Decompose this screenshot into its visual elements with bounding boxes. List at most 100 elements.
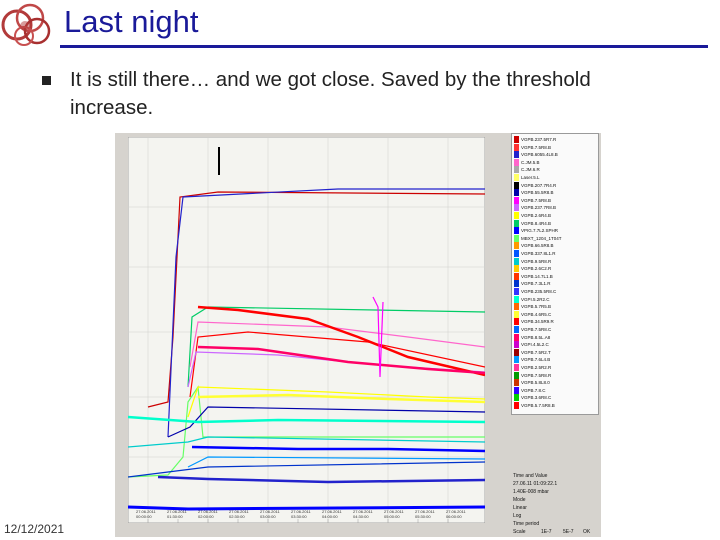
legend-label: VGPI.5.2R2.C	[521, 296, 550, 302]
bullet-marker	[42, 76, 51, 85]
legend-item[interactable]: VGPI.4.5L2.C	[514, 341, 596, 349]
legend-label: C.JM.6.R	[521, 167, 540, 173]
x-tick-label: 06:00:00	[446, 514, 462, 519]
x-tick-label: 01:30:00	[167, 514, 183, 519]
legend-label: VGPB.66.5R8.B	[521, 243, 554, 249]
legend-item[interactable]: VGPB.55.5R8.B	[514, 189, 596, 197]
legend-item[interactable]: VGPB.7.5R2.T	[514, 348, 596, 356]
legend-item[interactable]: VGPB.7.6L4.B	[514, 356, 596, 364]
slide-title: Last night	[64, 4, 199, 39]
x-tick-label: 05:30:00	[415, 514, 431, 519]
legend-item[interactable]: VGPB.237.5R7.R	[514, 136, 596, 143]
legend-swatch	[514, 318, 519, 326]
panel-title: Time and Value	[513, 473, 548, 479]
legend-item[interactable]: VGPB.2.5R2.R	[514, 364, 596, 371]
legend-item[interactable]: VGPI.5.2R2.C	[514, 295, 596, 303]
legend-item[interactable]: VGPB.7.5R8.B	[514, 196, 596, 204]
legend-label: C.JM.5.B	[521, 159, 540, 165]
scale-select[interactable]: Scale	[513, 529, 526, 535]
legend-swatch	[514, 356, 519, 364]
timber-screenshot: 27.06.2011 00:00:00 27.06.2011 01:30:00 27.0…	[115, 133, 601, 537]
legend-item[interactable]: VGPB.7.5R8.B	[514, 143, 596, 151]
legend-item[interactable]: VGPB.235.5R8.C	[514, 288, 596, 295]
legend-item[interactable]: VGPB.7.3L1.R	[514, 280, 596, 288]
x-tick-label: 00:00:00	[136, 514, 152, 519]
legend-swatch	[514, 219, 519, 227]
legend-label: VGPB.7.3L1.R	[521, 281, 551, 287]
legend-label: VGPB.7.5R2.T	[521, 349, 551, 355]
legend-label: VGPB.7.5R8.B	[521, 144, 552, 150]
time-value-panel: Time and Value 27.06.11 01:09:22.1 1.40E…	[511, 471, 597, 537]
legend-swatch	[514, 265, 519, 273]
pressure-plot: 27.06.201100:00:0027.06.201101:30:0027.0…	[128, 137, 485, 523]
legend-swatch	[514, 310, 519, 318]
legend-label: VGPB.2.5R2.R	[521, 365, 552, 370]
x-tick-label: 02:00:00	[198, 514, 214, 519]
legend-item[interactable]: Laser.5.L	[514, 174, 596, 181]
legend-label: VGPB.3.6R8.C	[521, 395, 552, 401]
legend-item[interactable]: VGPB.14.7L1.B	[514, 272, 596, 280]
x-tick-label: 03:00:00	[260, 514, 276, 519]
legend-item[interactable]: VGPB.5.7.5R8.B	[514, 402, 596, 409]
legend-panel: VGPB.237.5R7.R VGPB.7.5R8.B VGPB.6055.4L8.…	[511, 133, 599, 415]
legend-item[interactable]: VGPB.2.6C2.R	[514, 265, 596, 273]
legend-item[interactable]: MBXT_1204_1T04T	[514, 234, 596, 242]
legend-item[interactable]: C.JM.5.B	[514, 158, 596, 166]
legend-label: VGPI.4.5L2.C	[521, 342, 549, 348]
legend-label: MBXT_1204_1T04T	[521, 235, 562, 241]
legend-item[interactable]: VGPB.337.8L1.R	[514, 250, 596, 257]
legend-label: VGPB.7.5R8.C	[521, 327, 552, 332]
legend-item[interactable]: VGPB.3.6R8.C	[514, 394, 596, 402]
legend-label: Laser.5.L	[521, 175, 540, 180]
legend-label: VGPB.7.8.C	[521, 387, 546, 393]
time-period-label: Time period	[513, 521, 540, 527]
legend-item[interactable]: VGPB.66.5R8.B	[514, 242, 596, 250]
legend-item[interactable]: VPIG.7.7L2.SPHR	[514, 227, 596, 235]
legend-swatch	[514, 303, 519, 311]
legend-item[interactable]: VGPB.7.5R8.R	[514, 371, 596, 379]
legend-label: VGPB.9.5R8.R	[521, 258, 552, 264]
ok-button[interactable]: OK	[583, 529, 590, 535]
legend-label: VPIG.7.7L2.SPHR	[521, 228, 559, 234]
legend-item[interactable]: VGPB.7.5R8.C	[514, 326, 596, 333]
legend-label: VGPB.2.6R4.B	[521, 213, 552, 218]
legend-swatch	[514, 257, 519, 265]
legend-label: VGPB.7.6L4.B	[521, 357, 551, 363]
legend-swatch	[514, 394, 519, 402]
legend-swatch	[514, 196, 519, 204]
legend-item[interactable]: VGPB.2.6R4.B	[514, 212, 596, 219]
bullet-text: It is still there… and we got close. Sav…	[70, 68, 591, 119]
legend-swatch	[514, 272, 519, 280]
linear-option[interactable]: Linear	[513, 505, 527, 511]
legend-item[interactable]: VGPB.8.4R4.B	[514, 219, 596, 227]
mode-label: Mode	[513, 497, 526, 503]
legend-swatch	[514, 326, 519, 333]
legend-item[interactable]: VGPB.9.5R8.R	[514, 257, 596, 265]
legend-label: VGPB.237.7R8.B	[521, 205, 557, 211]
limit-value-input[interactable]: 5E-7	[563, 529, 574, 535]
legend-swatch	[514, 295, 519, 303]
legend-swatch	[514, 174, 519, 181]
legend-swatch	[514, 204, 519, 212]
legend-swatch	[514, 250, 519, 257]
legend-item[interactable]: VGPB.5.8L8.0	[514, 379, 596, 387]
time-readout: 27.06.11 01:09:22.1	[513, 481, 558, 487]
log-option[interactable]: Log	[513, 513, 521, 519]
legend-item[interactable]: C.JM.6.R	[514, 166, 596, 174]
legend-item[interactable]: VGPB.7.8.C	[514, 386, 596, 394]
legend-item[interactable]: VGPB.207.7R4.R	[514, 181, 596, 189]
legend-swatch	[514, 364, 519, 371]
legend-swatch	[514, 280, 519, 288]
scale-value-input[interactable]: 1E-7	[541, 529, 552, 535]
legend-item[interactable]: VGPB.237.7R8.B	[514, 204, 596, 212]
legend-item[interactable]: VGPB.34.5R9.R	[514, 318, 596, 326]
legend-item[interactable]: VGPB.4.6R5.C	[514, 310, 596, 318]
legend-item[interactable]: VGPB.6055.4L8.B	[514, 151, 596, 159]
x-tick-label: 02:30:00	[229, 514, 245, 519]
legend-item[interactable]: VGPB.8.5L.A8	[514, 333, 596, 341]
legend-item[interactable]: VGPB.5.7R5.B	[514, 303, 596, 311]
legend-swatch	[514, 181, 519, 189]
logo-icon	[1, 3, 51, 46]
x-tick-label: 04:30:00	[353, 514, 369, 519]
slide-date: 12/12/2021	[4, 522, 65, 536]
